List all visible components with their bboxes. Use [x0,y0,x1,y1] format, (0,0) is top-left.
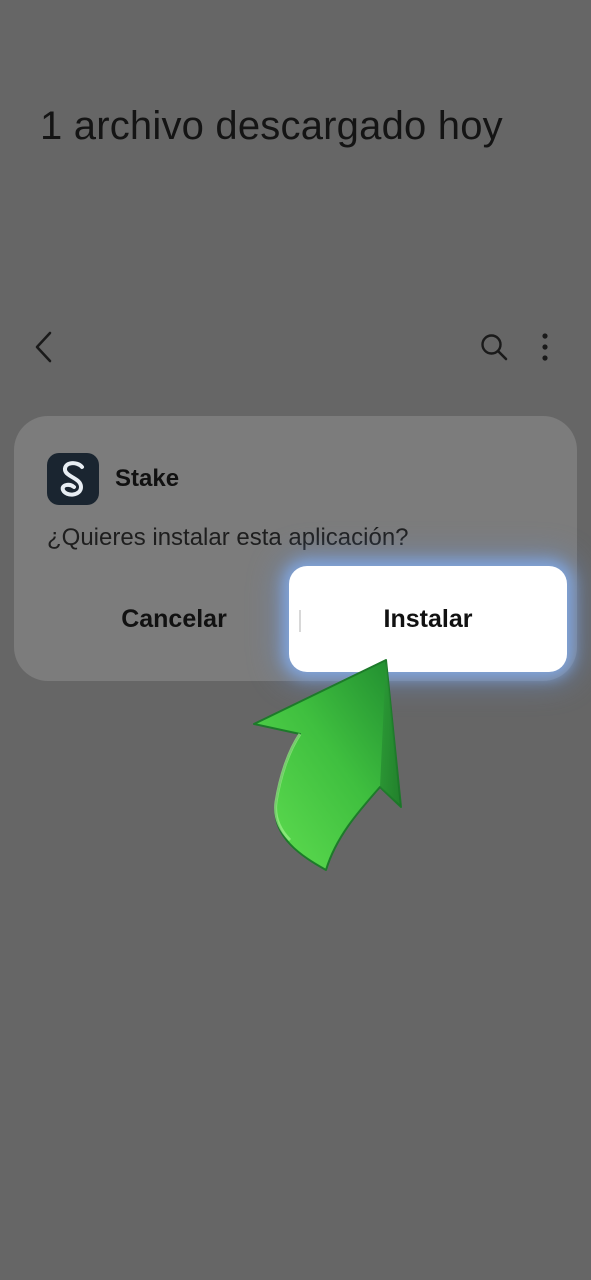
search-icon [481,334,508,361]
chevron-left-icon [35,331,52,363]
page-title: 1 archivo descargado hoy [40,104,503,148]
green-arrow-icon [253,659,402,871]
button-divider [299,610,301,632]
install-question: ¿Quieres instalar esta aplicación? [47,524,409,551]
stake-app-icon [47,453,99,505]
search-button[interactable] [472,325,516,369]
more-vertical-icon [542,333,548,361]
app-name: Stake [115,465,180,492]
back-button[interactable] [22,325,66,369]
app-info: Stake [47,453,179,505]
more-options-button[interactable] [523,325,567,369]
install-button-label: Instalar [383,604,473,633]
